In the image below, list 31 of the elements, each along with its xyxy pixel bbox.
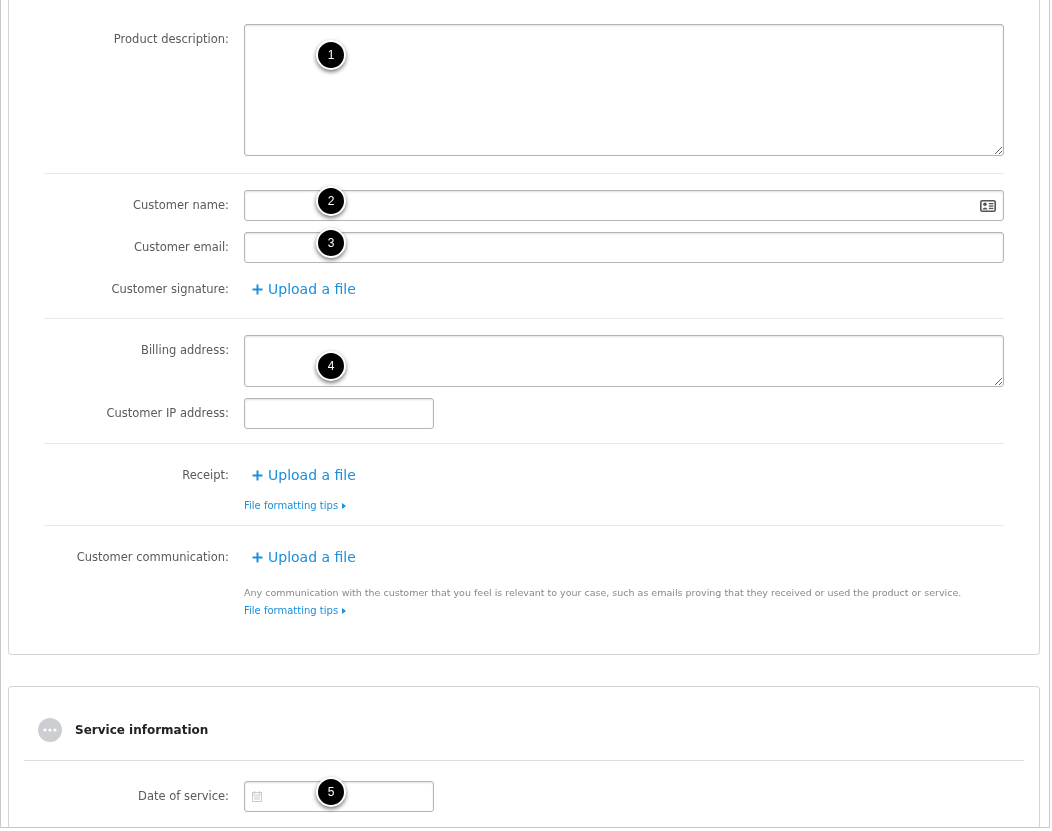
field-label: Billing address: [140,342,229,359]
help-text: Any communication with the customer that you feel is relevant to your case, such as emails proving that they received or used the product or service. File formatting tips [244,584,1004,620]
file-formatting-tips-link[interactable]: File formatting tips [244,500,347,511]
section-title: Service information [75,723,209,737]
plus-icon [252,469,263,481]
field-label: Customer name: [132,197,229,214]
field-label: Customer email: [132,239,229,256]
caret-icon [342,502,347,509]
field-label: Customer signature: [110,281,229,298]
input-field[interactable] [244,190,1004,221]
callout-badge: 5 [316,777,346,807]
field-label: Receipt: [181,467,229,484]
calendar-icon [252,791,262,802]
contact-card-icon[interactable] [980,199,996,212]
more-icon [38,718,62,742]
field-label: Customer communication: [75,549,229,566]
upload-link[interactable]: Upload a file [244,460,356,490]
input-field[interactable] [244,232,1004,263]
input-field[interactable] [244,398,434,429]
caret-icon [342,608,347,614]
field-label: Customer IP address: [105,405,229,422]
field-label: Product description: [112,31,229,48]
date-field[interactable] [244,781,434,812]
callout-badge: 3 [316,228,346,258]
plus-icon [252,283,263,295]
upload-link[interactable]: Upload a file [244,542,356,572]
field-label: Date of service: [137,788,229,805]
upload-link[interactable]: Upload a file [244,274,356,304]
file-formatting-tips-link[interactable]: File formatting tips [244,602,347,620]
callout-badge: 2 [316,186,346,216]
plus-icon [252,551,263,563]
